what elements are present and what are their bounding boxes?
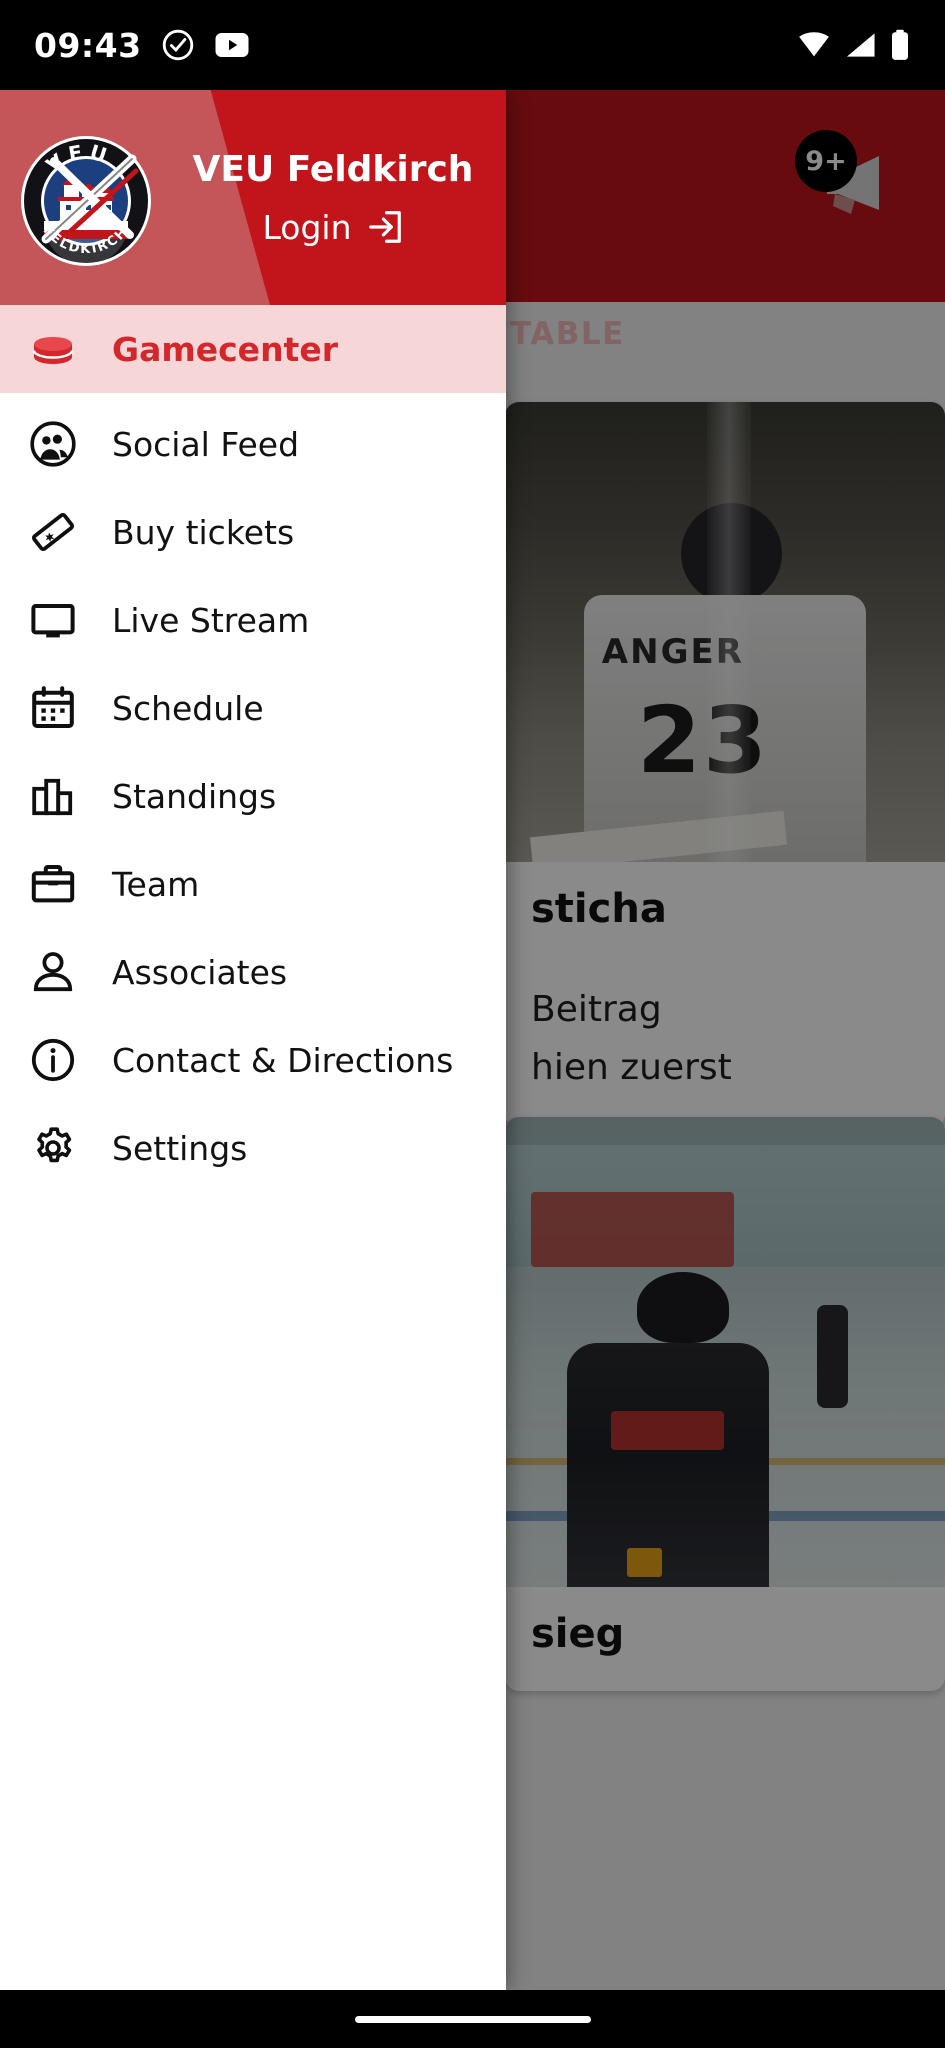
person-icon [28, 947, 78, 997]
phone-screen: 9+ TABLE ANGER 23 sticha Beitrag hien zu… [0, 0, 945, 2048]
sidebar-item-label: Buy tickets [112, 512, 295, 552]
sidebar-item-social-feed[interactable]: Social Feed [0, 400, 506, 488]
sidebar-item-label: Social Feed [112, 424, 300, 464]
hockey-puck-icon [28, 324, 78, 374]
ticket-icon [28, 507, 78, 557]
sidebar-item-label: Team [112, 864, 200, 904]
briefcase-icon [28, 859, 78, 909]
sidebar-item-label: Schedule [112, 688, 264, 728]
status-time: 09:43 [34, 25, 142, 65]
sidebar-item-label: Live Stream [112, 600, 310, 640]
check-circle-icon [162, 29, 193, 61]
menu-spacer [0, 393, 506, 400]
sidebar-item-buy-tickets[interactable]: Buy tickets [0, 488, 506, 576]
drawer-header: VEU FELDKIRCH VEU Feldkirch Login [0, 90, 506, 305]
cellular-signal-icon [846, 33, 875, 57]
info-circle-icon [28, 1035, 78, 1085]
sidebar-item-associates[interactable]: Associates [0, 928, 506, 1016]
gear-icon [28, 1123, 78, 1173]
status-bar: 09:43 [0, 0, 945, 90]
home-gesture-pill[interactable] [354, 2015, 591, 2023]
tv-monitor-icon [28, 595, 78, 645]
sidebar-item-label: Gamecenter [112, 329, 338, 369]
bar-chart-icon [28, 771, 78, 821]
veu-feldkirch-crest: VEU FELDKIRCH [20, 135, 152, 267]
system-navigation-bar [0, 1990, 945, 2048]
status-bar-right [797, 29, 911, 61]
sidebar-item-standings[interactable]: Standings [0, 752, 506, 840]
people-group-icon [28, 419, 78, 469]
sidebar-item-schedule[interactable]: Schedule [0, 664, 506, 752]
sidebar-item-label: Standings [112, 776, 277, 816]
youtube-icon [215, 33, 249, 57]
login-arrow-icon [368, 211, 401, 243]
team-name: VEU Feldkirch [192, 148, 474, 190]
battery-icon [892, 29, 908, 60]
sidebar-item-settings[interactable]: Settings [0, 1104, 506, 1192]
sidebar-item-live-stream[interactable]: Live Stream [0, 576, 506, 664]
status-bar-left: 09:43 [34, 26, 250, 65]
drawer-header-titles: VEU Feldkirch Login [160, 90, 506, 305]
navigation-drawer: VEU FELDKIRCH VEU Feldkirch Login Gamece… [0, 90, 506, 1990]
drawer-menu: Gamecenter Social Feed Buy tickets Live … [0, 305, 506, 1192]
sidebar-item-contact-directions[interactable]: Contact & Directions [0, 1016, 506, 1104]
sidebar-item-label: Settings [112, 1128, 248, 1168]
calendar-icon [28, 683, 78, 733]
sidebar-item-team[interactable]: Team [0, 840, 506, 928]
login-button[interactable]: Login [262, 208, 403, 247]
wifi-icon [799, 32, 829, 57]
sidebar-item-gamecenter[interactable]: Gamecenter [0, 305, 506, 393]
sidebar-item-label: Contact & Directions [112, 1040, 454, 1080]
login-label: Login [262, 207, 352, 247]
sidebar-item-label: Associates [112, 952, 288, 992]
